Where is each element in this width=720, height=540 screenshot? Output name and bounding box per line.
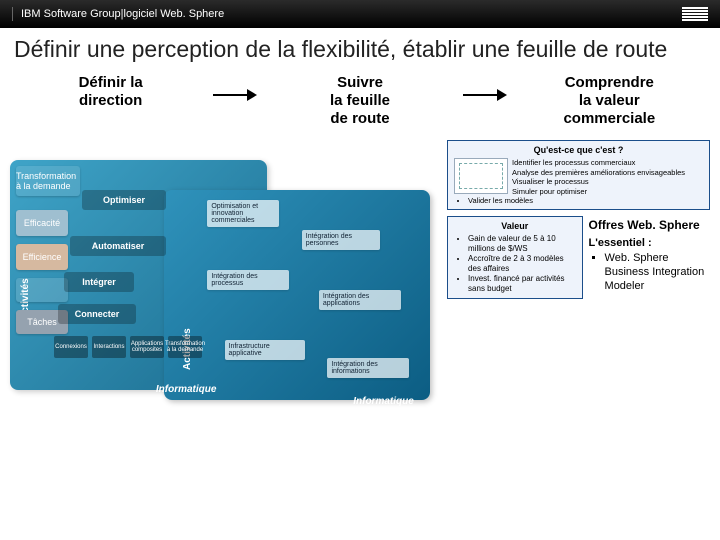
staircase-diagram: Activités Activités Transformation à la …	[10, 140, 439, 410]
ibm-logo-icon	[682, 7, 708, 21]
sb-transformation: Transformation à la demande	[168, 336, 202, 358]
list-item: Gain de valeur de 5 à 10 millions de $/W…	[468, 234, 575, 254]
bottom-small-boxes: Connexions Interactions Applications com…	[54, 336, 202, 358]
list-item: Accroître de 2 à 3 modèles des affaires	[468, 254, 575, 274]
offers-title: Offres Web. Sphere	[589, 218, 710, 232]
list-item: Valider les modèles	[468, 196, 703, 205]
box-informations: Intégration des informations	[327, 358, 409, 378]
tread-connecter: Connecter	[58, 304, 136, 324]
right-column: Qu'est-ce que c'est ? Identifier les pro…	[447, 140, 710, 410]
card-heading: Qu'est-ce que c'est ?	[454, 145, 703, 155]
box-applications: Intégration des applications	[319, 290, 401, 310]
tread-automatiser: Automatiser	[70, 236, 166, 256]
box-infrastructure: Infrastructure applicative	[225, 340, 305, 360]
box-personnes: Intégration des personnes	[302, 230, 380, 250]
value-list: Gain de valeur de 5 à 10 millions de $/W…	[468, 234, 575, 294]
offers-block: Offres Web. Sphere L'essentiel : Web. Sp…	[589, 216, 710, 299]
slide-title: Définir une perception de la flexibilité…	[0, 28, 720, 66]
foot-informatique-2: Informatique	[353, 396, 414, 407]
card-what-is-it: Qu'est-ce que c'est ? Identifier les pro…	[447, 140, 710, 210]
column-headers: Définir la direction Suivre la feuille d…	[0, 66, 720, 132]
col-define: Définir la direction	[10, 70, 211, 114]
col-follow: Suivre la feuille de route	[259, 70, 460, 132]
step-efficience: Efficience	[16, 244, 68, 270]
thumbnail-icon	[454, 158, 508, 194]
box-processus: Intégration des processus	[207, 270, 289, 290]
foot-informatique-1: Informatique	[156, 384, 217, 395]
header-bar: IBM Software Group | logiciel Web. Spher…	[0, 0, 720, 28]
row-2: Valeur Gain de valeur de 5 à 10 millions…	[447, 216, 710, 299]
sb-connexions: Connexions	[54, 336, 88, 358]
header-divider	[12, 7, 13, 21]
tread-optimiser: Optimiser	[82, 190, 166, 210]
essential-item: Web. Sphere Business Integration Modeler	[605, 251, 710, 294]
step-transform: Transformation à la demande	[16, 166, 80, 196]
lower-content: Activités Activités Transformation à la …	[0, 132, 720, 410]
step-efficacite: Efficacité	[16, 210, 68, 236]
tread-integrer: Intégrer	[64, 272, 134, 292]
card-heading: Valeur	[454, 221, 575, 231]
box-optimisation: Optimisation et innovation commerciales	[207, 200, 279, 227]
essential-block: L'essentiel : Web. Sphere Business Integ…	[589, 236, 710, 293]
card-value: Valeur Gain de valeur de 5 à 10 millions…	[447, 216, 582, 299]
essential-label: L'essentiel :	[589, 236, 710, 250]
arrow-right-icon	[461, 70, 509, 102]
list-item: Invest. financé par activités sans budge…	[468, 274, 575, 294]
sb-interactions: Interactions	[92, 336, 126, 358]
arrow-right-icon	[211, 70, 259, 102]
sb-composites: Applications composites	[130, 336, 164, 358]
step-blank	[16, 278, 68, 302]
col-understand: Comprendre la valeur commerciale	[509, 70, 710, 132]
header-product: logiciel Web. Sphere	[124, 8, 225, 20]
header-org: IBM Software Group	[21, 8, 121, 20]
